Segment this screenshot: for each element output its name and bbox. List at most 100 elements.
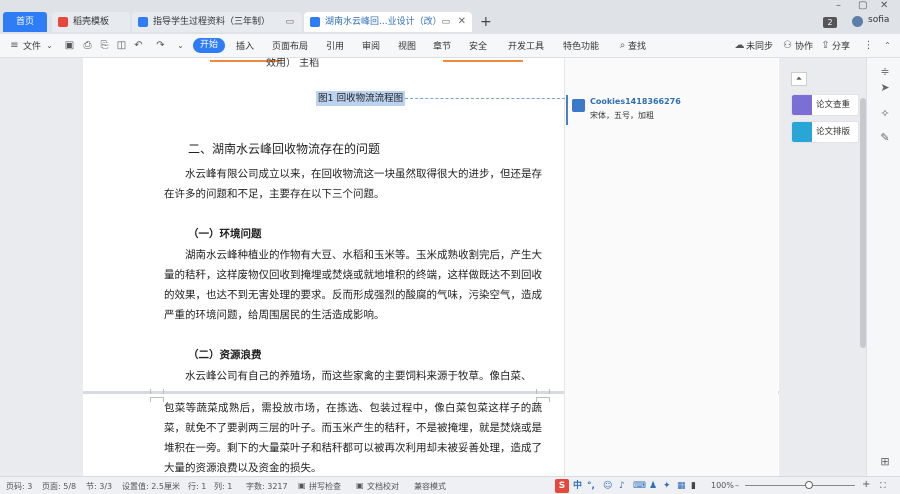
menu-review[interactable]: 审阅 bbox=[362, 39, 380, 52]
close-tab-icon[interactable]: ✕ bbox=[458, 12, 466, 32]
right-tool-rail: ≑ ➤ ✧ ✎ ⊞ bbox=[866, 58, 900, 476]
magic-tool-icon[interactable]: ✧ bbox=[879, 108, 891, 120]
tab-home[interactable]: 首页 bbox=[3, 12, 47, 32]
pointer-select-icon[interactable]: ➤ bbox=[879, 82, 891, 94]
page-corner-mark bbox=[150, 397, 164, 402]
paper-plagiarism-check-button[interactable]: 论文查重 bbox=[791, 94, 859, 116]
section-status[interactable]: 节: 3/3 bbox=[86, 481, 112, 492]
column-status[interactable]: 列: 1 bbox=[214, 481, 232, 492]
print-icon[interactable]: ⎘ bbox=[99, 40, 110, 51]
menu-security[interactable]: 安全 bbox=[469, 39, 487, 52]
paper-format-icon bbox=[792, 122, 812, 142]
menu-references[interactable]: 引用 bbox=[326, 39, 344, 52]
spell-check-button[interactable]: 拼写检查 bbox=[309, 481, 341, 492]
menu-insert[interactable]: 插入 bbox=[236, 39, 254, 52]
figure-caption[interactable]: 图1 回收物流流程图 bbox=[316, 91, 406, 106]
slider-settings-icon[interactable]: ≑ bbox=[879, 66, 891, 78]
monitor-icon[interactable]: ▭ bbox=[285, 12, 294, 32]
paragraph[interactable]: 水云峰公司有自己的养殖场，而这些家禽的主要饲料来源于牧草。像白菜、 bbox=[164, 366, 542, 386]
user-icon bbox=[572, 99, 585, 112]
menu-special-features[interactable]: 特色功能 bbox=[563, 39, 599, 52]
undo-icon[interactable]: ↶ bbox=[133, 40, 144, 51]
paper-formatting-button[interactable]: 论文排版 bbox=[791, 121, 859, 143]
paragraph[interactable]: 湖南水云峰种植业的作物有大豆、水稻和玉米等。玉米成熟收割完后，产生大量的秸秆，这… bbox=[164, 245, 542, 325]
comment-text: 宋体，五号，加粗 bbox=[590, 111, 654, 120]
menu-chapter[interactable]: 章节 bbox=[433, 39, 451, 52]
zoom-out-icon[interactable]: – bbox=[735, 481, 739, 490]
skin-icon[interactable]: ✦ bbox=[663, 479, 671, 493]
compatibility-mode-status: 兼容模式 bbox=[414, 482, 446, 491]
customize-quick-access-icon[interactable]: ⌄ bbox=[175, 40, 186, 51]
subsection-heading[interactable]: （二）资源浪费 bbox=[188, 347, 262, 362]
collaborate-icon[interactable]: ⚇ bbox=[782, 40, 793, 51]
user-profile-icon[interactable]: ♟ bbox=[649, 479, 657, 493]
proofread-button[interactable]: 文档校对 bbox=[367, 481, 399, 492]
share-icon[interactable]: ⇪ bbox=[820, 40, 831, 51]
comment-author: Cookies1418366276 bbox=[590, 97, 681, 106]
menu-page-layout[interactable]: 页面布局 bbox=[272, 39, 308, 52]
page-number-status[interactable]: 页码: 3 bbox=[6, 481, 32, 492]
avatar[interactable] bbox=[852, 16, 863, 27]
zoom-slider-track[interactable] bbox=[745, 485, 855, 486]
export-pdf-icon[interactable]: ⎙ bbox=[82, 40, 93, 51]
collapse-ribbon-icon[interactable]: ⌃ bbox=[882, 40, 893, 51]
punctuation-icon[interactable]: °, bbox=[587, 479, 595, 493]
ime-chinese-mode[interactable]: 中 bbox=[573, 479, 582, 493]
chevron-down-icon[interactable]: ⌄ bbox=[44, 40, 55, 51]
fullscreen-icon[interactable]: ⛶ bbox=[880, 481, 886, 491]
monitor-icon[interactable]: ▭ bbox=[441, 12, 450, 32]
section-heading[interactable]: 二、湖南水云峰回收物流存在的问题 bbox=[188, 140, 380, 157]
minimize-icon[interactable]: – bbox=[836, 1, 841, 11]
tab-student-guide-doc[interactable]: 指导学生过程资料（三年制） ▭ bbox=[132, 12, 302, 32]
new-tab-button[interactable]: + bbox=[480, 14, 492, 30]
zoom-in-icon[interactable]: + bbox=[862, 479, 870, 490]
setting-value-status[interactable]: 设置值: 2.5厘米 bbox=[122, 481, 180, 492]
hamburger-menu-icon[interactable]: ≡ bbox=[9, 40, 20, 51]
apps-grid-icon[interactable]: ⊞ bbox=[879, 456, 891, 468]
tab-docer-templates[interactable]: 稻壳模板 bbox=[52, 12, 130, 32]
word-count-status[interactable]: 字数: 3217 bbox=[246, 481, 288, 492]
collaborate-button[interactable]: 协作 bbox=[795, 39, 813, 52]
search-icon[interactable]: ⌕ bbox=[617, 40, 628, 51]
pages-status[interactable]: 页面: 5/8 bbox=[42, 481, 76, 492]
tab-bar: 首页 稻壳模板 指导学生过程资料（三年制） ▭ 湖南水云峰回...业设计（改） … bbox=[0, 0, 900, 34]
paragraph[interactable]: 水云峰有限公司成立以来，在回收物流这一块虽然取得很大的进步，但还是存在许多的问题… bbox=[164, 164, 542, 204]
voice-input-icon[interactable]: ♪ bbox=[619, 479, 625, 493]
page-corner-mark bbox=[536, 389, 550, 394]
keyboard-icon[interactable]: ⌨ bbox=[633, 479, 646, 493]
emoji-icon[interactable]: ☺ bbox=[603, 479, 612, 493]
menu-file[interactable]: 文件 bbox=[23, 39, 41, 52]
subsection-heading[interactable]: （一）环境问题 bbox=[188, 226, 262, 241]
zoom-slider-handle[interactable] bbox=[805, 481, 813, 489]
ime-more-icon[interactable]: ▮ bbox=[691, 479, 696, 493]
search-button[interactable]: 查找 bbox=[628, 39, 646, 52]
toolbox-icon[interactable]: ▦ bbox=[677, 479, 686, 493]
spell-check-icon[interactable]: ▣ bbox=[298, 481, 306, 490]
pen-icon[interactable]: ✎ bbox=[879, 132, 891, 144]
menu-view[interactable]: 视图 bbox=[398, 39, 416, 52]
sogou-logo-icon[interactable]: S bbox=[555, 479, 569, 493]
diagram-text-fragment: 效用） 主稻 bbox=[266, 58, 320, 69]
tab-current-doc[interactable]: 湖南水云峰回...业设计（改） ▭ ✕ bbox=[304, 12, 472, 32]
row-status[interactable]: 行: 1 bbox=[188, 481, 206, 492]
sync-status[interactable]: 未同步 bbox=[746, 39, 773, 52]
print-preview-icon[interactable]: ◫ bbox=[116, 40, 127, 51]
comment-card[interactable]: Cookies1418366276 宋体，五号，加粗 bbox=[566, 95, 766, 125]
window-count-badge[interactable]: 2 bbox=[823, 17, 837, 28]
paragraph[interactable]: 包菜等蔬菜成熟后，需投放市场，在拣选、包装过程中，像白菜包菜这样子的蔬菜，就免不… bbox=[164, 398, 542, 476]
proofread-icon[interactable]: ▣ bbox=[356, 481, 364, 490]
menu-start[interactable]: 开始 bbox=[193, 38, 225, 53]
input-method-toolbar[interactable]: S 中 °, ☺ ♪ ⌨ ♟ ✦ ▦ ▮ bbox=[553, 478, 703, 494]
close-window-icon[interactable]: ✕ bbox=[880, 1, 888, 11]
cloud-sync-icon[interactable]: ☁ bbox=[734, 40, 745, 51]
collapse-panel-icon[interactable]: ⏶ bbox=[791, 72, 807, 86]
share-button[interactable]: 分享 bbox=[832, 39, 850, 52]
zoom-level[interactable]: 100% bbox=[711, 481, 734, 490]
diagram-box-edge bbox=[443, 58, 523, 62]
redo-icon[interactable]: ↷ bbox=[155, 40, 166, 51]
more-options-icon[interactable]: ⋮ bbox=[863, 40, 874, 51]
user-name[interactable]: sofia bbox=[868, 15, 889, 25]
save-icon[interactable]: ▣ bbox=[64, 40, 75, 51]
menu-developer-tools[interactable]: 开发工具 bbox=[508, 39, 544, 52]
maximize-icon[interactable]: ▢ bbox=[858, 1, 867, 11]
